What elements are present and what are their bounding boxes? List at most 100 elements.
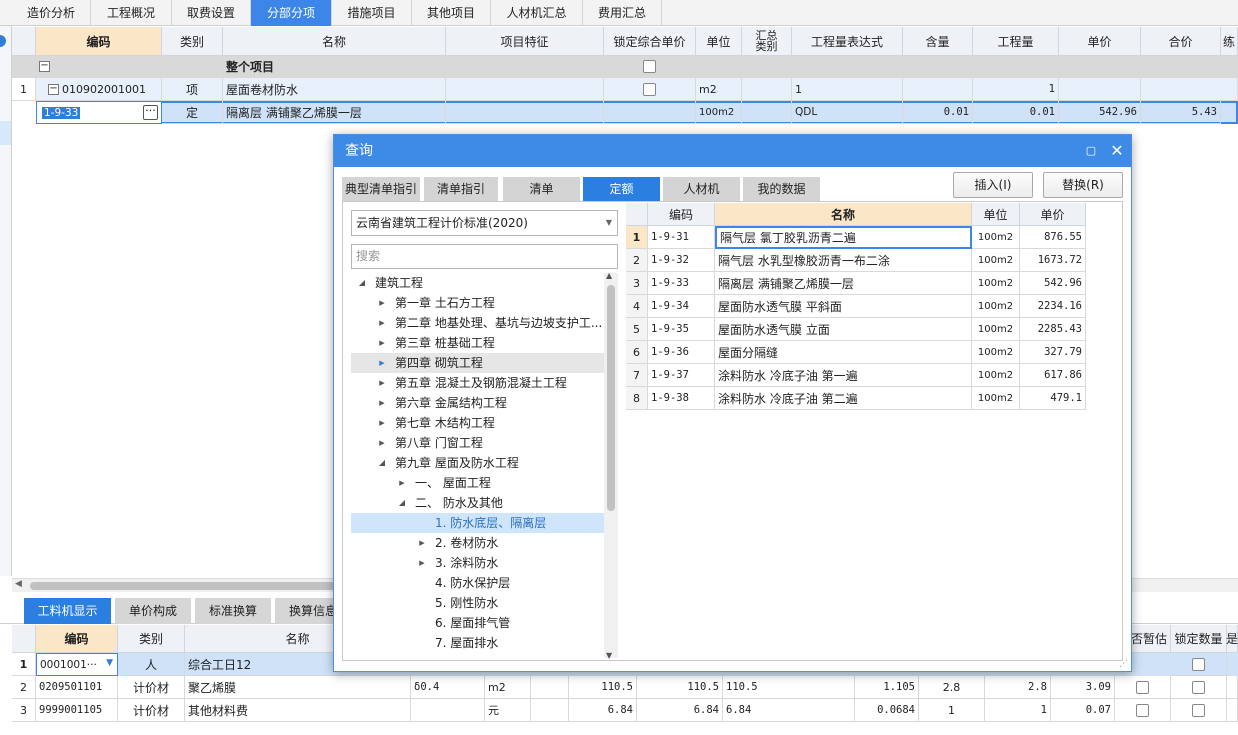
quota-unit[interactable]: 100m2 [972, 341, 1020, 364]
group-row-toggle[interactable]: − [36, 56, 223, 78]
header-name[interactable]: 名称 [223, 27, 446, 56]
quota-name[interactable]: 隔气层 氯丁胶乳沥青二遍 [715, 226, 972, 249]
quota-price[interactable]: 617.86 [1020, 364, 1086, 387]
row-content[interactable]: 0.01 [903, 101, 973, 124]
row-lock[interactable] [604, 101, 696, 124]
bottom-v5[interactable]: 2.8 [919, 676, 985, 699]
row-quantity[interactable]: 1 [973, 78, 1059, 101]
quota-name[interactable]: 屋面分隔缝 [715, 341, 972, 364]
row-lock-quantity[interactable] [1171, 653, 1227, 676]
lock-checkbox[interactable] [643, 82, 656, 96]
bottom-unit[interactable]: 元 [485, 699, 531, 722]
bottom-v2[interactable]: 110.5 [637, 676, 723, 699]
header-lock-quantity[interactable]: 锁定数量 [1171, 625, 1227, 653]
tab-my-data[interactable]: 我的数据 [743, 177, 820, 201]
tab-project-overview[interactable]: 工程概况 [91, 0, 172, 26]
tree-node[interactable]: ◢ 第九章 屋面及防水工程 [351, 453, 604, 473]
quota-name[interactable]: 隔离层 满铺聚乙烯膜一层 [715, 272, 972, 295]
row-unit[interactable]: m2 [696, 78, 742, 101]
tree-node[interactable]: ▶ 3. 涂料防水 [351, 553, 604, 573]
bottom-code[interactable]: 0209501101 [36, 676, 118, 699]
scroll-left-icon[interactable]: ◀ [15, 579, 22, 589]
bottom-chk1[interactable] [1115, 676, 1171, 699]
bottom-code[interactable]: 9999001105 [36, 699, 118, 722]
header-summary-type[interactable]: 汇总类别 [742, 27, 792, 56]
header-lock-price[interactable]: 锁定综合单价 [604, 27, 696, 56]
bottom-v1[interactable]: 110.5 [569, 676, 637, 699]
collapsed-arrow-icon[interactable]: ▶ [417, 553, 427, 573]
quota-code[interactable]: 1-9-35 [648, 318, 715, 341]
quota-code[interactable]: 1-9-38 [648, 387, 715, 410]
chevron-down-icon[interactable]: ▼ [106, 658, 113, 668]
row-expression[interactable]: QDL [792, 101, 903, 124]
collapsed-arrow-icon[interactable]: ▶ [377, 313, 387, 333]
quota-name[interactable]: 涂料防水 冷底子油 第一遍 [715, 364, 972, 387]
tree-node[interactable]: 1. 防水底层、隔离层 [351, 513, 604, 533]
bottom-type[interactable]: 计价材 [118, 699, 185, 722]
bottom-v6[interactable]: 1 [985, 699, 1051, 722]
row-feature[interactable] [446, 78, 604, 101]
resize-grip-icon[interactable]: ⋰ [1119, 659, 1128, 669]
group-row-lock[interactable] [604, 56, 696, 78]
row-total[interactable]: 5.43 [1141, 101, 1221, 124]
tree-node[interactable]: ▶ 一、 屋面工程 [351, 473, 604, 493]
scroll-thumb[interactable] [607, 285, 615, 511]
bottom-v7[interactable]: 0.07 [1051, 699, 1115, 722]
tab-fee-settings[interactable]: 取费设置 [172, 0, 251, 26]
quota-name[interactable]: 屋面防水透气膜 立面 [715, 318, 972, 341]
replace-button[interactable]: 替换(R) [1043, 172, 1123, 198]
row-total[interactable] [1141, 78, 1238, 101]
bottom-name[interactable]: 其他材料费 [185, 699, 411, 722]
tab-fee-summary[interactable]: 费用汇总 [583, 0, 662, 26]
bottom-unit[interactable]: m2 [485, 676, 531, 699]
estimate-checkbox[interactable] [1136, 703, 1149, 717]
search-input[interactable]: 搜索 [351, 244, 618, 269]
code-editor[interactable]: 1-9-33 ··· [36, 101, 162, 124]
tree-node[interactable]: 6. 屋面排气管 [351, 613, 604, 633]
expanded-arrow-icon[interactable]: ◢ [357, 273, 367, 293]
lock-checkbox[interactable] [643, 60, 656, 73]
tab-quota[interactable]: 定额 [583, 177, 660, 201]
header-quantity[interactable]: 工程量 [973, 27, 1059, 56]
quota-unit[interactable]: 100m2 [972, 318, 1020, 341]
tab-list[interactable]: 清单 [503, 177, 580, 201]
quota-unit[interactable]: 100m2 [972, 249, 1020, 272]
tree-node[interactable]: 5. 刚性防水 [351, 593, 604, 613]
quota-price[interactable]: 2234.16 [1020, 295, 1086, 318]
quota-code[interactable]: 1-9-32 [648, 249, 715, 272]
collapsed-arrow-icon[interactable]: ▶ [397, 473, 407, 493]
lock-quantity-checkbox[interactable] [1192, 680, 1205, 694]
row-type[interactable]: 定 [162, 101, 223, 124]
tree-node[interactable]: ◢ 二、 防水及其他 [351, 493, 604, 513]
quota-unit[interactable]: 100m2 [972, 272, 1020, 295]
tree-node[interactable]: ▶ 第二章 地基处理、基坑与边坡支护工... [351, 313, 604, 333]
quota-code[interactable]: 1-9-33 [648, 272, 715, 295]
header-total[interactable]: 合价 [1141, 27, 1221, 56]
ellipsis-button[interactable]: ··· [143, 105, 158, 120]
tab-measures[interactable]: 措施项目 [332, 0, 412, 26]
row-feature[interactable] [446, 101, 604, 124]
estimate-checkbox[interactable] [1136, 680, 1149, 694]
row-content[interactable] [903, 78, 973, 101]
insert-button[interactable]: 插入(I) [953, 172, 1033, 198]
tab-cost-analysis[interactable]: 造价分析 [12, 0, 91, 26]
row-unit[interactable]: 100m2 [696, 101, 742, 124]
row-name[interactable]: 隔离层 满铺聚乙烯膜一层 [223, 101, 446, 124]
tree-node[interactable]: ▶ 第六章 金属结构工程 [351, 393, 604, 413]
quota-code[interactable]: 1-9-31 [648, 226, 715, 249]
bottom-spec[interactable] [411, 699, 485, 722]
quota-price[interactable]: 876.55 [1020, 226, 1086, 249]
bottom-end[interactable] [1227, 699, 1238, 722]
quota-code[interactable]: 1-9-37 [648, 364, 715, 387]
bottom-blank[interactable] [531, 699, 569, 722]
quota-unit[interactable]: 100m2 [972, 295, 1020, 318]
header-code[interactable]: 编码 [648, 203, 715, 226]
bottom-v5[interactable]: 1 [919, 699, 985, 722]
header-code[interactable]: 编码 [36, 27, 162, 56]
tab-other-items[interactable]: 其他项目 [412, 0, 491, 26]
quota-unit[interactable]: 100m2 [972, 226, 1020, 249]
tab-unit-price-composition[interactable]: 单价构成 [115, 598, 191, 624]
row-price[interactable] [1059, 78, 1141, 101]
standard-select[interactable]: 云南省建筑工程计价标准(2020) ▼ [351, 210, 618, 236]
code-dropdown[interactable]: 0001001··· ▼ [36, 653, 118, 676]
